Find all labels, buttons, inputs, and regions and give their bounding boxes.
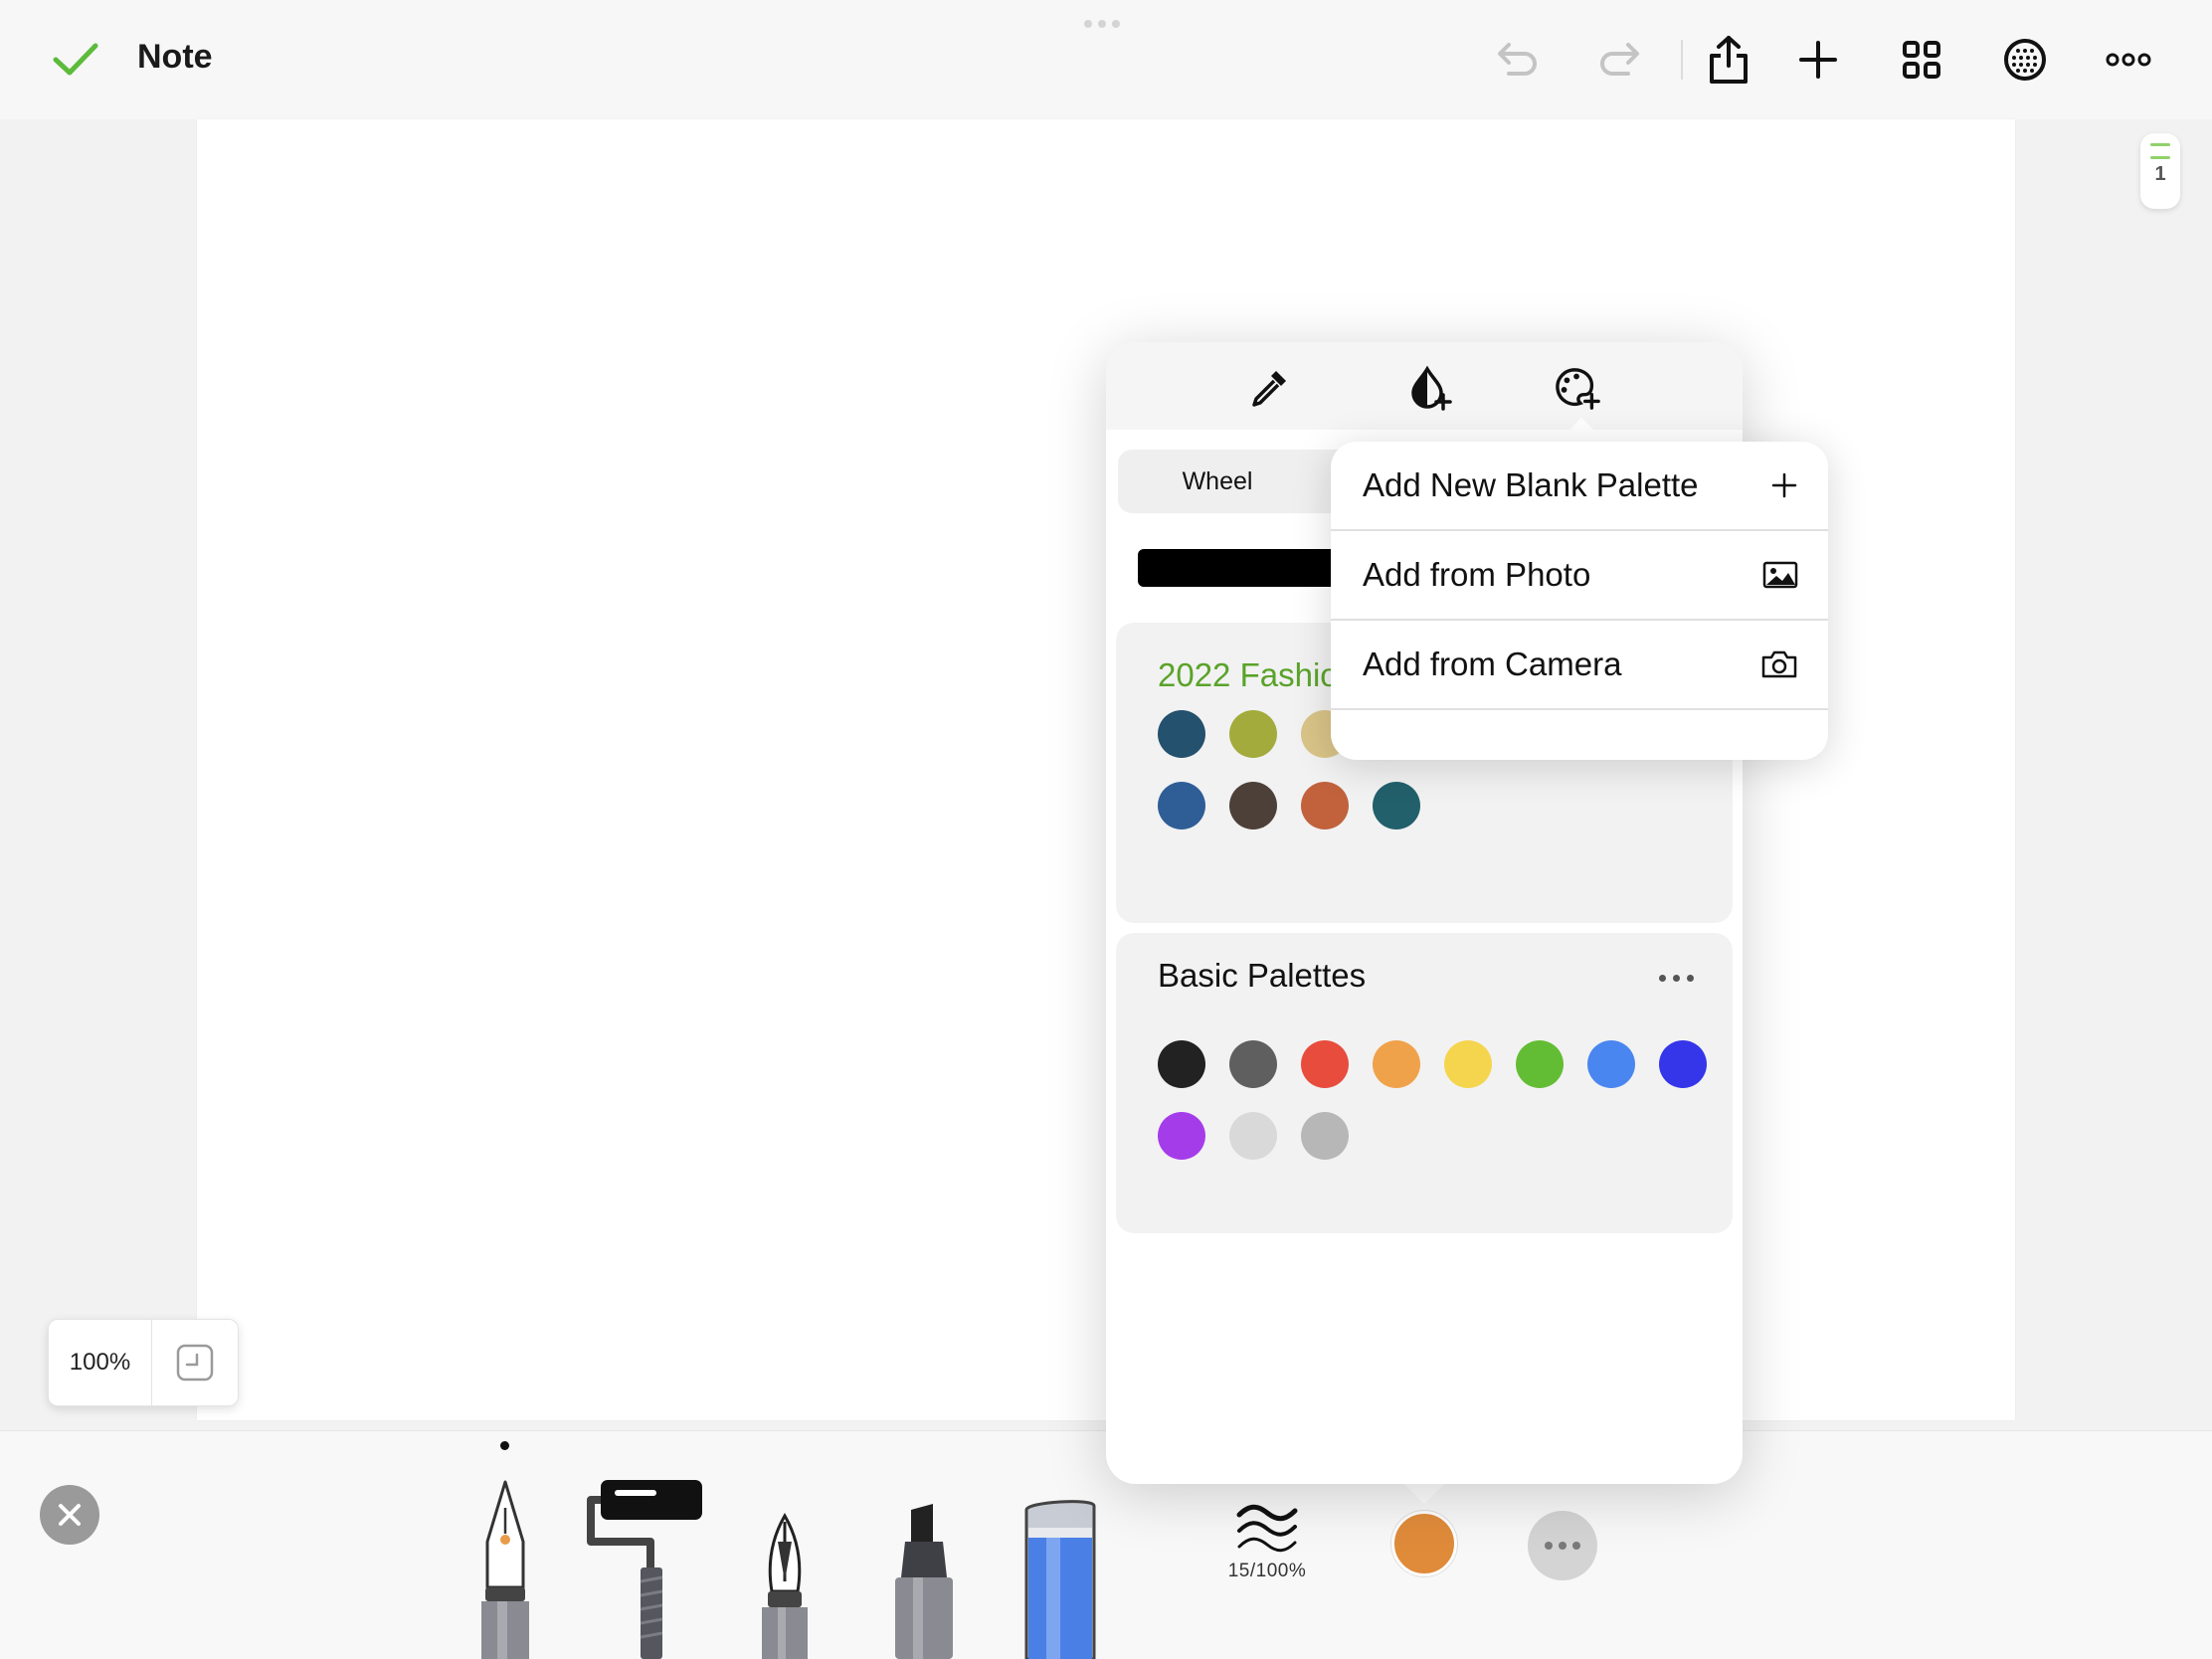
- color-swatch[interactable]: [1158, 1040, 1205, 1088]
- add-palette-menu: Add New Blank Palette Add from Photo Add…: [1331, 442, 1828, 760]
- menu-caret: [1558, 418, 1605, 442]
- palette-card-basic: Basic Palettes: [1116, 933, 1733, 1233]
- color-swatch[interactable]: [1229, 710, 1277, 758]
- fit-page-button[interactable]: [152, 1320, 238, 1405]
- color-swatch[interactable]: [1158, 1112, 1205, 1160]
- done-button[interactable]: [44, 28, 107, 92]
- marker-tool[interactable]: [883, 1502, 965, 1659]
- eyedropper-icon: [1252, 371, 1286, 407]
- add-color-button[interactable]: [1406, 364, 1454, 412]
- page-number: 1: [2154, 163, 2166, 185]
- more-icon: [1545, 1542, 1553, 1550]
- eraser-tool[interactable]: [1018, 1498, 1102, 1659]
- more-icon: [2106, 53, 2151, 67]
- toolbar-divider: [1681, 40, 1683, 80]
- close-tools-button[interactable]: [40, 1485, 99, 1545]
- menu-item-label: Add New Blank Palette: [1363, 466, 1699, 503]
- stroke-settings[interactable]: 15/100%: [1221, 1503, 1313, 1592]
- note-title: Note: [137, 38, 213, 76]
- menu-item-add-from-camera[interactable]: Add from Camera: [1331, 621, 1828, 710]
- fountain-pen-tool[interactable]: [467, 1478, 543, 1659]
- more-options-button[interactable]: [2097, 28, 2160, 92]
- palette-more-button[interactable]: [1659, 975, 1694, 982]
- brush-pen-tool[interactable]: [752, 1512, 818, 1659]
- undo-icon: [1498, 43, 1537, 76]
- grid-icon: [1903, 41, 1940, 79]
- camera-icon: [1761, 650, 1797, 678]
- color-swatch[interactable]: [1229, 782, 1277, 830]
- active-tool-indicator: [500, 1441, 509, 1450]
- palette-title: 2022 Fashion: [1158, 656, 1357, 693]
- page-grid-button[interactable]: [1890, 28, 1953, 92]
- add-drop-icon: [1411, 365, 1452, 411]
- close-icon: [59, 1504, 81, 1526]
- more-tools-button[interactable]: [1528, 1511, 1597, 1580]
- share-button[interactable]: [1697, 28, 1760, 92]
- color-swatch[interactable]: [1229, 1040, 1277, 1088]
- redo-button[interactable]: [1587, 28, 1651, 92]
- more-icon: [1659, 975, 1666, 982]
- paper-style-button[interactable]: [1993, 28, 2057, 92]
- zoom-level[interactable]: 100%: [49, 1320, 152, 1405]
- add-palette-icon: [1556, 368, 1600, 410]
- stroke-value: 15/100%: [1227, 1561, 1307, 1581]
- top-toolbar: Note: [0, 0, 2212, 119]
- zoom-control: 100%: [48, 1319, 239, 1406]
- redo-icon: [1600, 43, 1639, 76]
- window-grabber[interactable]: [1084, 20, 1128, 30]
- add-palette-button[interactable]: [1554, 364, 1601, 412]
- plus-icon: [1771, 472, 1797, 498]
- plus-icon: [1799, 41, 1837, 79]
- menu-item-label: Add from Photo: [1363, 556, 1591, 593]
- color-swatch[interactable]: [1373, 1040, 1420, 1088]
- color-swatch[interactable]: [1229, 1112, 1277, 1160]
- color-swatch[interactable]: [1659, 1040, 1707, 1088]
- current-color-preview: [1138, 549, 1357, 587]
- page-list-icon: [2150, 143, 2170, 159]
- segment-wheel[interactable]: Wheel: [1118, 450, 1317, 513]
- color-swatch[interactable]: [1301, 782, 1349, 830]
- color-swatch[interactable]: [1587, 1040, 1635, 1088]
- color-swatch[interactable]: [1301, 1112, 1349, 1160]
- share-icon: [1710, 36, 1748, 84]
- palette-title: Basic Palettes: [1158, 957, 1367, 994]
- stroke-width-icon: [1236, 1504, 1298, 1553]
- color-swatch[interactable]: [1301, 1040, 1349, 1088]
- menu-item-label: Add from Camera: [1363, 645, 1622, 682]
- eyedropper-button[interactable]: [1245, 364, 1293, 412]
- undo-button[interactable]: [1486, 28, 1550, 92]
- paint-roller-tool[interactable]: [585, 1478, 706, 1659]
- color-swatch[interactable]: [1516, 1040, 1564, 1088]
- color-swatch[interactable]: [1158, 782, 1205, 830]
- drawing-toolbar: 15/100%: [0, 1430, 2212, 1659]
- menu-item-add-from-photo[interactable]: Add from Photo: [1331, 531, 1828, 621]
- photo-icon: [1762, 561, 1798, 589]
- globe-icon: [2004, 39, 2046, 81]
- color-swatch[interactable]: [1158, 710, 1205, 758]
- page-indicator[interactable]: 1: [2140, 133, 2180, 209]
- color-swatch[interactable]: [1373, 782, 1420, 830]
- add-page-button[interactable]: [1786, 28, 1850, 92]
- fit-page-icon: [176, 1344, 214, 1382]
- color-picker-header: [1106, 342, 1743, 430]
- current-color-button[interactable]: [1391, 1511, 1457, 1576]
- menu-item-add-blank-palette[interactable]: Add New Blank Palette: [1331, 442, 1828, 531]
- checkmark-icon: [53, 43, 98, 76]
- color-swatch[interactable]: [1444, 1040, 1492, 1088]
